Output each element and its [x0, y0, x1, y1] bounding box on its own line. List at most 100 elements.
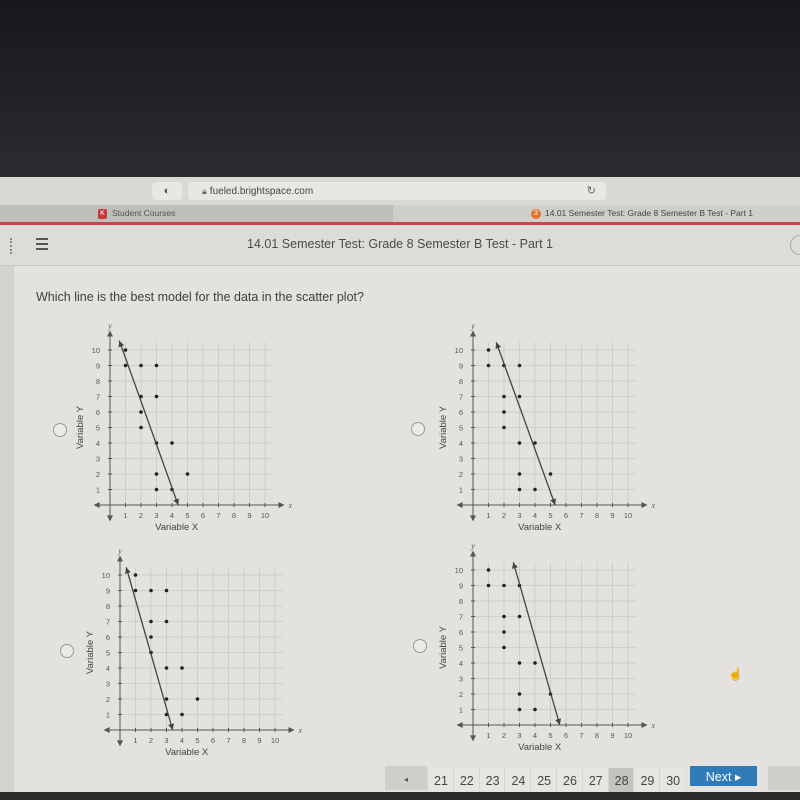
data-point	[533, 707, 537, 712]
right-edge-panel	[768, 766, 800, 790]
data-point	[486, 568, 491, 572]
data-point	[154, 394, 159, 399]
y-axis-arrow	[470, 330, 476, 337]
hand-cursor-icon: ☝	[728, 667, 743, 681]
page-button-24[interactable]: 24	[504, 768, 532, 792]
x-tick-label: 1	[133, 736, 137, 745]
y-tick-label: 9	[106, 587, 110, 596]
x-tick-label: 10	[624, 731, 632, 740]
y-axis-arrow	[107, 330, 113, 337]
next-button[interactable]: Next ▸	[690, 766, 757, 786]
data-point	[170, 441, 174, 445]
y-tick-label: 10	[92, 346, 100, 355]
x-axis-letter: x	[298, 726, 303, 735]
page-button-21[interactable]: 21	[427, 768, 454, 792]
y-tick-label: 7	[459, 393, 463, 402]
data-point	[502, 630, 506, 634]
data-point	[517, 692, 522, 696]
privacy-shield-icon[interactable]: ◐	[152, 182, 182, 200]
x-tick-label: 1	[486, 511, 490, 520]
model-line	[512, 562, 561, 726]
x-tick-label: 8	[595, 731, 599, 740]
x-tick-label: 2	[149, 736, 153, 745]
x-axis-letter: x	[651, 501, 656, 510]
x-tick-label: 7	[226, 736, 230, 745]
tab-semester-test[interactable]: 3 14.01 Semester Test: Grade 8 Semester B…	[393, 205, 800, 222]
reload-icon[interactable]: ↻	[587, 182, 596, 200]
screen-bezel	[0, 792, 800, 800]
x-axis-arrow-left	[456, 722, 463, 728]
data-point	[486, 583, 491, 588]
y-tick-label: 2	[459, 470, 463, 479]
data-point	[502, 394, 506, 399]
y-tick-label: 2	[106, 695, 110, 704]
y-tick-label: 7	[459, 613, 463, 622]
y-tick-label: 2	[96, 470, 100, 479]
data-point	[149, 588, 153, 593]
data-point	[517, 472, 522, 476]
y-tick-label: 3	[96, 455, 100, 464]
x-tick-label: 8	[595, 511, 599, 520]
y-tick-label: 7	[106, 618, 110, 627]
data-point	[164, 588, 169, 593]
data-point	[149, 619, 153, 624]
page-button-30[interactable]: 30	[659, 768, 687, 792]
x-tick-label: 8	[232, 511, 236, 520]
x-tick-label: 6	[564, 731, 568, 740]
data-point	[123, 348, 128, 352]
y-tick-label: 10	[455, 346, 463, 355]
y-axis-label: Variable Y	[75, 405, 86, 449]
y-tick-label: 4	[96, 439, 100, 448]
prev-arrow-icon: ◂	[403, 775, 408, 784]
page-button-26[interactable]: 26	[556, 768, 583, 792]
x-tick-label: 2	[139, 511, 143, 520]
y-tick-label: 9	[459, 362, 463, 371]
y-tick-label: 5	[96, 424, 100, 433]
x-tick-label: 5	[548, 511, 552, 520]
x-tick-label: 10	[261, 511, 269, 520]
x-tick-label: 1	[486, 731, 490, 740]
x-axis-label: Variable X	[155, 522, 199, 533]
y-tick-label: 4	[459, 659, 463, 668]
page-button-27[interactable]: 27	[581, 768, 609, 792]
y-tick-label: 4	[459, 439, 463, 448]
x-axis-arrow	[641, 722, 648, 728]
left-margin	[0, 266, 14, 800]
x-tick-label: 1	[123, 511, 127, 520]
x-tick-label: 4	[170, 511, 174, 520]
tab-student-courses[interactable]: K Student Courses	[0, 205, 393, 222]
address-bar[interactable]: 🔒︎ fueled.brightspace.com ↻	[188, 182, 606, 200]
x-tick-label: 5	[195, 736, 199, 745]
data-point	[154, 363, 159, 368]
page-button-25[interactable]: 25	[530, 768, 558, 792]
data-point	[486, 363, 491, 368]
page-button-23[interactable]: 23	[478, 768, 506, 792]
y-tick-label: 6	[459, 408, 463, 417]
x-tick-label: 7	[579, 731, 583, 740]
data-point	[133, 588, 138, 593]
page-button-29[interactable]: 29	[633, 768, 661, 792]
scatter-plot-d: 1 2 3 4 5 6 7 8 9 10 1 2 3 4 5 6 7 8 9 10 x y Variable X Variab…	[438, 542, 656, 754]
lock-icon: 🔒︎	[202, 186, 207, 196]
x-tick-label: 9	[610, 731, 614, 740]
y-axis-arrow-down	[470, 515, 476, 522]
y-tick-label: 1	[106, 711, 110, 720]
x-tick-label: 8	[242, 736, 246, 745]
data-point	[502, 614, 506, 619]
data-point	[533, 661, 537, 665]
y-axis-letter: y	[470, 542, 475, 551]
page-button-22[interactable]: 22	[452, 768, 480, 792]
data-point	[517, 707, 522, 712]
data-point	[164, 666, 169, 670]
previous-page-button[interactable]: ◂	[385, 766, 427, 790]
page-button-28[interactable]: 28	[607, 768, 635, 792]
url-text: fueled.brightspace.com	[209, 186, 314, 197]
y-tick-label: 7	[96, 393, 100, 402]
tab-favicon: K	[98, 208, 107, 219]
y-axis-label: Variable Y	[438, 625, 449, 669]
y-tick-label: 3	[459, 675, 463, 684]
y-tick-label: 1	[459, 706, 463, 715]
y-tick-label: 8	[96, 377, 100, 386]
x-axis-arrow	[641, 502, 648, 508]
y-axis-letter: y	[470, 322, 475, 331]
